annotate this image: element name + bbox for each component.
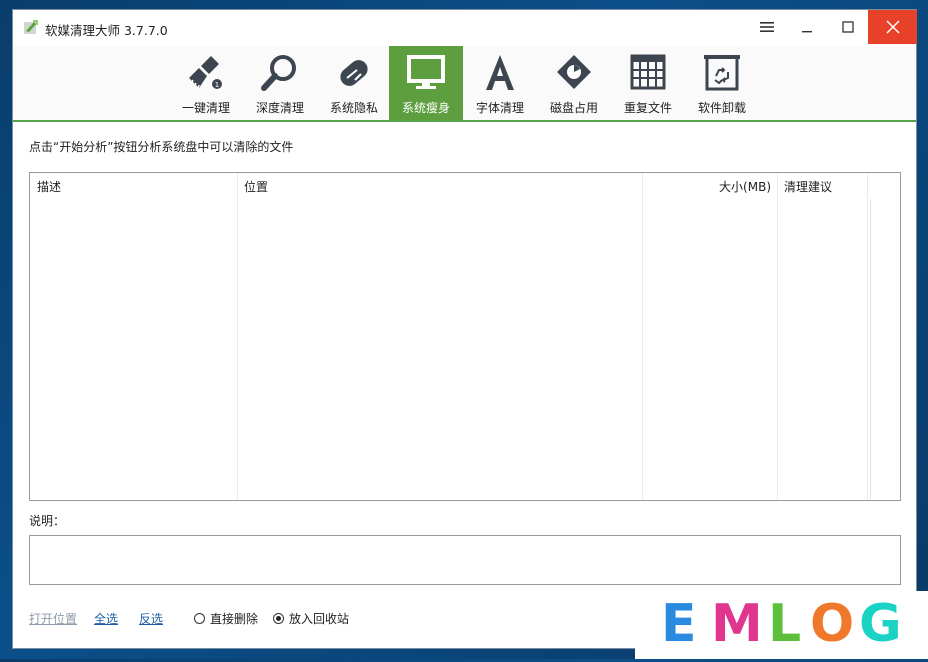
logo-letter-e: E xyxy=(661,594,697,654)
tab-label: 系统瘦身 xyxy=(401,101,450,115)
radio-direct-delete[interactable]: 直接删除 xyxy=(194,610,258,627)
column-header[interactable]: 大小(MB) xyxy=(719,178,771,195)
column-header[interactable]: 清理建议 xyxy=(784,178,832,195)
tab-label: 字体清理 xyxy=(475,101,524,115)
column-header[interactable]: 描述 xyxy=(37,178,61,195)
logo-letter-l: L xyxy=(768,594,801,654)
column-suggestion: 清理建议 xyxy=(778,173,868,500)
minimize-icon xyxy=(802,31,812,33)
title-bar[interactable]: 软媒清理大师 3.7.7.0 xyxy=(13,10,917,46)
broom-icon: 1 xyxy=(184,51,228,95)
description-box xyxy=(29,535,901,585)
disk-tag-icon xyxy=(552,51,596,95)
close-button[interactable] xyxy=(868,10,917,44)
column-description: 描述 xyxy=(30,173,238,500)
window-title: 软媒清理大师 3.7.7.0 xyxy=(45,23,168,38)
tab-font-clean[interactable]: 字体清理 xyxy=(463,46,537,120)
results-table[interactable]: 描述 位置 大小(MB) 清理建议 xyxy=(29,172,901,501)
tab-label: 重复文件 xyxy=(623,101,672,115)
radio-circle-selected xyxy=(273,613,284,624)
close-icon xyxy=(885,20,900,34)
logo-letter-m: M xyxy=(711,594,763,654)
column-header[interactable]: 位置 xyxy=(244,178,268,195)
app-window: 软媒清理大师 3.7.7.0 1 一键清理 深度清理 系统隐私 系统瘦身 字体清… xyxy=(12,9,917,649)
radio-circle xyxy=(194,613,205,624)
emlog-watermark: E M L O G xyxy=(635,591,928,659)
emlog-logo: E M L O G xyxy=(661,594,902,654)
hamburger-icon xyxy=(760,22,774,32)
radio-recycle-bin[interactable]: 放入回收站 xyxy=(273,610,349,627)
main-toolbar: 1 一键清理 深度清理 系统隐私 系统瘦身 字体清理 磁盘占用 重复文件 软件卸… xyxy=(13,46,916,122)
tab-deep-clean[interactable]: 深度清理 xyxy=(243,46,317,120)
open-location-link[interactable]: 打开位置 xyxy=(29,610,77,627)
tab-label: 软件卸载 xyxy=(697,101,746,115)
recycle-bin-icon xyxy=(700,51,744,95)
invert-select-link[interactable]: 反选 xyxy=(139,610,163,627)
minimize-button[interactable] xyxy=(784,10,830,44)
grid-file-icon xyxy=(626,51,670,95)
monitor-icon xyxy=(404,51,448,95)
analysis-hint: 点击“开始分析”按钮分析系统盘中可以清除的文件 xyxy=(29,140,294,154)
privacy-pill-icon xyxy=(332,51,376,95)
tab-one-click-clean[interactable]: 1 一键清理 xyxy=(169,46,243,120)
tab-label: 一键清理 xyxy=(181,101,230,115)
radio-label: 放入回收站 xyxy=(289,612,350,626)
column-location: 位置 xyxy=(238,173,643,500)
tab-label: 系统隐私 xyxy=(329,101,378,115)
radio-dot xyxy=(276,616,281,621)
tab-system-slim[interactable]: 系统瘦身 xyxy=(389,46,463,120)
font-a-icon xyxy=(478,51,522,95)
svg-text:1: 1 xyxy=(215,81,219,89)
maximize-button[interactable] xyxy=(825,10,871,44)
tab-disk-usage[interactable]: 磁盘占用 xyxy=(537,46,611,120)
description-label: 说明： xyxy=(29,514,66,528)
maximize-icon xyxy=(842,21,854,33)
scrollbar-track[interactable] xyxy=(870,199,871,499)
radio-label: 直接删除 xyxy=(210,612,259,626)
tab-label: 深度清理 xyxy=(255,101,304,115)
app-logo-icon xyxy=(24,20,38,34)
logo-letter-g: G xyxy=(859,594,902,654)
magnifier-icon xyxy=(258,51,302,95)
tab-system-privacy[interactable]: 系统隐私 xyxy=(317,46,391,120)
tab-duplicate-files[interactable]: 重复文件 xyxy=(611,46,685,120)
column-size: 大小(MB) xyxy=(643,173,778,500)
logo-letter-o: O xyxy=(810,594,854,654)
tab-uninstall[interactable]: 软件卸载 xyxy=(685,46,759,120)
tab-label: 磁盘占用 xyxy=(549,101,598,115)
select-all-link[interactable]: 全选 xyxy=(94,610,118,627)
